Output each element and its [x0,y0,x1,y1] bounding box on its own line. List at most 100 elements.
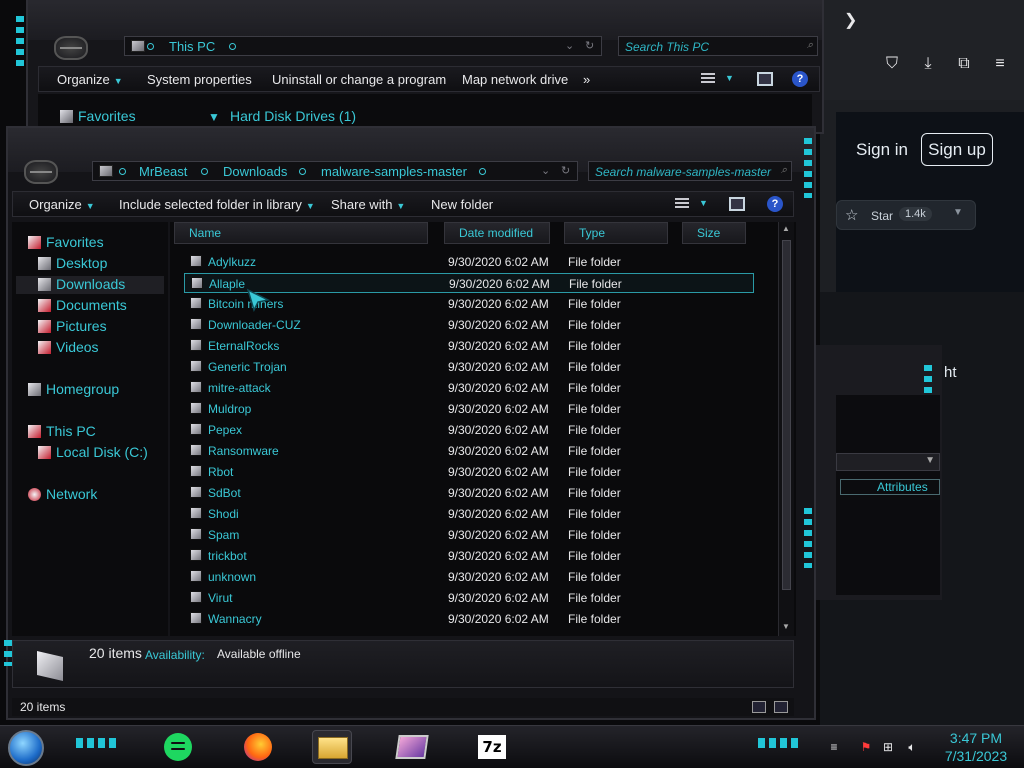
column-header-name[interactable]: Name [174,222,428,244]
back-forward-icon[interactable] [54,36,88,60]
breadcrumb-malware-samples-master[interactable]: malware-samples-master [321,164,467,179]
table-row[interactable]: Pepex 9/30/2020 6:02 AM File folder [184,420,754,440]
start-button[interactable] [8,730,44,766]
more-commands-button[interactable]: » [583,72,590,87]
star-button[interactable]: ☆ Star 1.4k ▼ [836,200,976,230]
folder-icon [190,318,202,330]
table-row[interactable]: Downloader-CUZ 9/30/2020 6:02 AM File fold… [184,315,754,335]
nav-favorites[interactable]: Favorites [28,234,164,252]
table-row[interactable]: SdBot 9/30/2020 6:02 AM File folder [184,483,754,503]
file-name: Virut [208,591,233,605]
tab-list-chevron-icon[interactable]: ❯ [844,10,857,30]
large-icons-view-icon[interactable] [774,701,788,713]
favorites-icon [28,236,41,249]
taskbar-screenshot-tool[interactable] [392,730,432,764]
nav-downloads[interactable]: Downloads [16,276,164,294]
organize-button[interactable]: Organize ▼ [29,197,95,212]
breadcrumb-downloads[interactable]: Downloads [223,164,287,179]
nav-homegroup[interactable]: Homegroup [28,381,164,399]
chevron-down-icon[interactable]: ⌄ [565,39,574,52]
table-row[interactable]: Ransomware 9/30/2020 6:02 AM File folder [184,441,754,461]
help-icon[interactable]: ? [767,196,783,212]
taskbar-firefox[interactable] [238,730,278,764]
download-icon[interactable]: ⤓ [918,54,938,74]
system-properties-button[interactable]: System properties [147,72,252,87]
scroll-down-icon[interactable]: ▼ [782,622,790,631]
address-bar[interactable]: MrBeast Downloads malware-samples-master… [92,161,578,181]
table-row[interactable]: Shodi 9/30/2020 6:02 AM File folder [184,504,754,524]
file-date-modified: 9/30/2020 6:02 AM [448,318,549,332]
table-row[interactable]: EternalRocks 9/30/2020 6:02 AM File folder [184,336,754,356]
sign-up-button[interactable]: Sign up [921,133,993,166]
table-row[interactable]: Wannacry 9/30/2020 6:02 AM File folder [184,609,754,629]
change-view-icon[interactable] [675,198,689,210]
properties-dropdown[interactable]: ▼ [836,453,940,471]
nav-desktop[interactable]: Desktop [38,255,164,273]
share-with-button[interactable]: Share with ▼ [331,197,405,212]
table-row[interactable]: mitre-attack 9/30/2020 6:02 AM File folder [184,378,754,398]
uninstall-program-button[interactable]: Uninstall or change a program [272,72,446,87]
map-network-drive-button[interactable]: Map network drive [462,72,568,87]
nav-label: Documents [56,297,127,313]
table-row[interactable]: unknown 9/30/2020 6:02 AM File folder [184,567,754,587]
column-header-type[interactable]: Type [564,222,668,244]
nav-network[interactable]: Network [28,486,164,504]
chevron-down-icon[interactable]: ▼ [699,198,708,208]
help-icon[interactable]: ? [792,71,808,87]
table-row[interactable]: Generic Trojan 9/30/2020 6:02 AM File fold… [184,357,754,377]
downloads-icon [38,278,51,291]
address-bar[interactable]: This PC ⌄ ↻ [124,36,602,56]
file-type: File folder [568,360,621,374]
scroll-up-icon[interactable]: ▲ [782,224,790,233]
table-row[interactable]: Muldrop 9/30/2020 6:02 AM File folder [184,399,754,419]
taskbar-spotify[interactable] [158,730,198,764]
taskbar-7zip[interactable]: 7z [472,730,512,764]
action-center-icon[interactable]: ⚑ [858,740,874,754]
table-row[interactable]: Adylkuzz 9/30/2020 6:02 AM File folder [184,252,754,272]
nav-local-disk[interactable]: Local Disk (C:) [38,444,164,462]
show-hidden-icons-icon[interactable]: ≡ [826,740,842,754]
menu-icon[interactable]: ≡ [990,54,1010,74]
preview-pane-icon[interactable] [729,197,745,211]
refresh-icon[interactable]: ↻ [561,164,570,177]
table-row[interactable]: Rbot 9/30/2020 6:02 AM File folder [184,462,754,482]
new-folder-button[interactable]: New folder [431,197,493,212]
network-tray-icon[interactable]: ⊞ [880,740,896,754]
search-this-pc[interactable]: Search This PC ⌕ [618,36,818,56]
taskbar-file-explorer[interactable] [312,730,352,764]
table-row[interactable]: trickbot 9/30/2020 6:02 AM File folder [184,546,754,566]
table-row[interactable]: Virut 9/30/2020 6:02 AM File folder [184,588,754,608]
breadcrumb-this-pc[interactable]: This PC [169,39,215,54]
homegroup-icon [28,383,41,396]
vertical-scrollbar[interactable]: ▲ ▼ [778,222,794,636]
extensions-icon[interactable]: ⧉ [954,54,974,74]
chevron-down-icon[interactable]: ▼ [953,207,963,218]
back-forward-icon[interactable] [24,160,58,184]
volume-icon[interactable]: 🔈︎ [904,740,920,754]
nav-videos[interactable]: Videos [38,339,164,357]
chevron-down-icon[interactable]: ⌄ [541,164,550,177]
nav-this-pc[interactable]: This PC [28,423,164,441]
clock[interactable]: 3:47 PM 7/31/2023 [934,729,1018,765]
sign-in-link[interactable]: Sign in [856,140,908,160]
details-view-icon[interactable] [752,701,766,713]
file-type: File folder [568,549,621,563]
chevron-down-icon[interactable]: ▼ [725,73,734,83]
chevron-down-icon: ▼ [208,110,220,124]
nav-pictures[interactable]: Pictures [38,318,164,336]
column-header-date-modified[interactable]: Date modified [444,222,550,244]
refresh-icon[interactable]: ↻ [585,39,594,52]
scroll-thumb[interactable] [782,240,791,590]
pocket-icon[interactable]: ⛉ [882,54,902,74]
column-header-size[interactable]: Size [682,222,746,244]
preview-pane-icon[interactable] [757,72,773,86]
table-row[interactable]: Spam 9/30/2020 6:02 AM File folder [184,525,754,545]
nav-documents[interactable]: Documents [38,297,164,315]
include-in-library-button[interactable]: Include selected folder in library ▼ [119,197,315,212]
change-view-icon[interactable] [701,73,715,85]
breadcrumb-mrbeast[interactable]: MrBeast [139,164,187,179]
attributes-tab[interactable]: Attributes [840,479,940,495]
search-folder-input[interactable]: Search malware-samples-master ⌕ [588,161,792,181]
organize-button[interactable]: Organize ▼ [57,72,123,87]
properties-content [836,395,940,595]
